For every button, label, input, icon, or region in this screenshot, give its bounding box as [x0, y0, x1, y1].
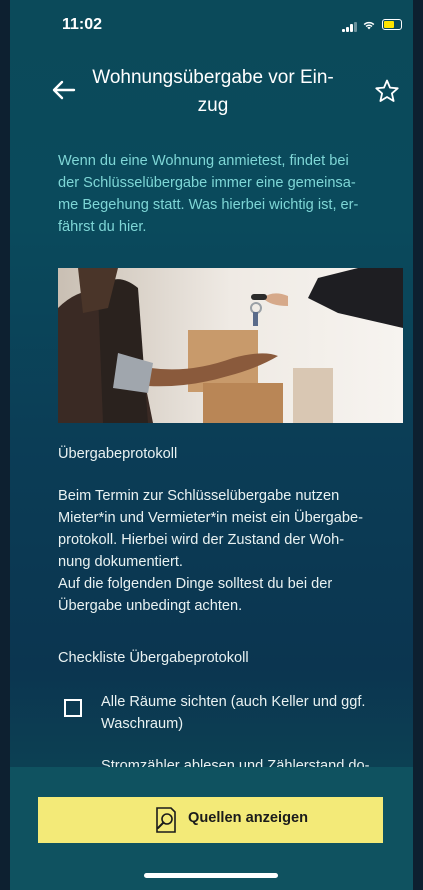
home-indicator[interactable]: [144, 873, 278, 878]
show-sources-button-content: Quellen anzeigen: [38, 797, 383, 843]
status-bar: 11:02: [10, 0, 413, 44]
signal-icon: [342, 22, 358, 32]
show-sources-button[interactable]: Quellen anzeigen: [38, 797, 383, 843]
body-line: Übergabe unbedingt achten.: [58, 598, 243, 614]
checklist-item-label: Alle Räume sichten (auch Keller und ggf.…: [101, 691, 401, 735]
body-line: nung dokumentiert.: [58, 554, 183, 570]
page-title-line-1: Wohnungsübergabe vor Ein-: [92, 67, 334, 88]
body-paragraph: Beim Termin zur Schlüsselübergabe nutzen…: [58, 485, 403, 617]
page-title: Wohnungsübergabe vor Ein- zug: [90, 64, 336, 120]
checklist-item-line: Waschraum): [101, 716, 184, 732]
page-title-line-2: zug: [197, 95, 229, 116]
intro-paragraph: Wenn du eine Wohnung anmietest, findet b…: [58, 150, 403, 238]
favorite-star-button[interactable]: [374, 78, 400, 104]
intro-line: der Schlüsselübergabe immer eine gemeins…: [58, 175, 356, 191]
battery-icon: [382, 19, 402, 30]
wifi-icon: [363, 21, 375, 30]
show-sources-label: Quellen anzeigen: [188, 810, 309, 826]
bottom-action-bar: Quellen anzeigen: [10, 767, 413, 890]
intro-section: Wenn du eine Wohnung anmietest, findet b…: [58, 150, 403, 238]
checklist-title: Checkliste Übergabeprotokoll: [58, 650, 249, 666]
app-screen: 11:02 Wohnungsübergabe vor Ein- zug Wenn…: [10, 0, 413, 890]
section-title: Übergabeprotokoll: [58, 446, 178, 462]
left-rail: [0, 0, 10, 890]
intro-line: fährst du hier.: [58, 219, 147, 235]
right-rail: [413, 0, 423, 890]
body-line: Auf die folgenden Dinge solltest du bei …: [58, 576, 333, 592]
document-search-icon: [156, 807, 176, 833]
intro-line: me Begehung statt. Was hierbei wichtig i…: [58, 197, 359, 213]
key-handover-photo: [58, 268, 403, 423]
intro-line: Wenn du eine Wohnung anmietest, findet b…: [58, 153, 349, 169]
back-button[interactable]: [50, 76, 78, 104]
status-time: 11:02: [62, 16, 103, 33]
checkbox[interactable]: [64, 699, 82, 717]
body-line: protokoll. Hierbei wird der Zustand der …: [58, 532, 345, 548]
body-line: Mieter*in und Vermieter*in meist ein Übe…: [58, 510, 363, 526]
body-line: Beim Termin zur Schlüsselübergabe nutzen: [58, 488, 340, 504]
checklist-item-line: Alle Räume sichten (auch Keller und ggf.: [101, 694, 366, 710]
navigation-bar: Wohnungsübergabe vor Ein- zug: [10, 54, 413, 134]
